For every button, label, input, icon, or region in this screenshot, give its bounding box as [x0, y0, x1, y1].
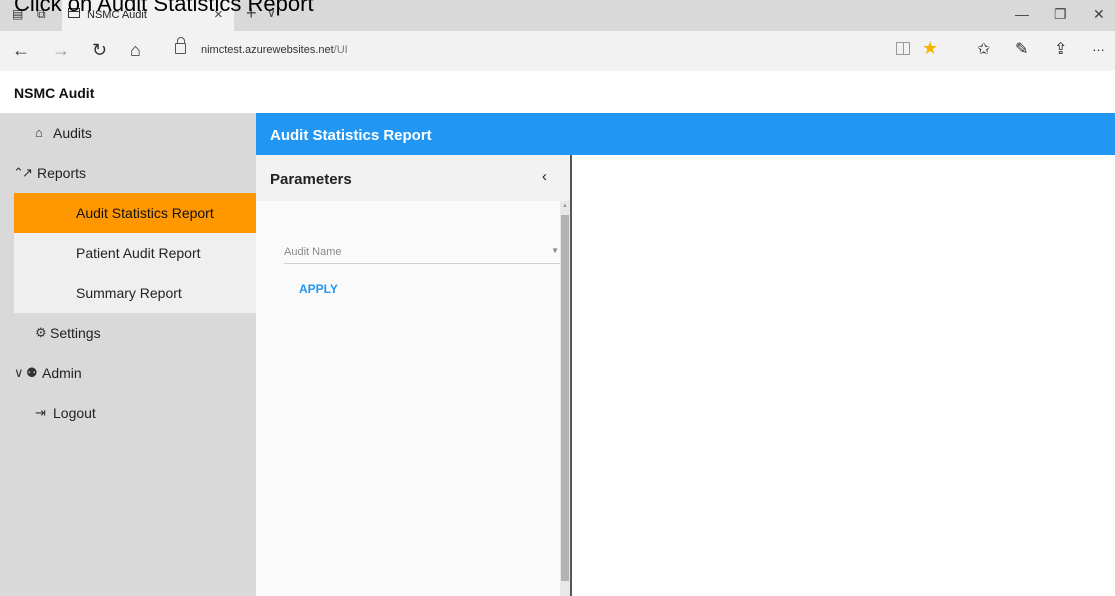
url-field[interactable]: nimctest.azurewebsites.net/UI	[201, 44, 348, 56]
sidebar-item-settings[interactable]: ⚙ Settings	[0, 313, 256, 353]
sidebar-item-reports[interactable]: ⌃ ↗ Reports	[0, 153, 256, 193]
sidebar-item-audits[interactable]: ⌂ Audits	[0, 113, 256, 153]
collapse-chevron-icon[interactable]: ‹	[542, 168, 547, 185]
pen-icon[interactable]: ✎	[1015, 39, 1028, 59]
sidebar-item-label: Settings	[50, 325, 101, 341]
admin-icon: ⚉	[26, 365, 38, 380]
forward-icon[interactable]: →	[52, 40, 70, 61]
favorite-star-icon[interactable]: ★	[922, 38, 938, 59]
audit-name-placeholder: Audit Name	[284, 246, 342, 258]
app-header: NSMC Audit	[0, 71, 1115, 113]
parameters-title: Parameters	[270, 171, 352, 188]
sidebar-item-label: Admin	[42, 365, 82, 381]
scroll-up-icon[interactable]: ▲	[562, 203, 568, 209]
sidebar-item-admin[interactable]: ∨ ⚉ Admin	[0, 353, 256, 393]
lock-icon	[175, 37, 186, 54]
page-title: Audit Statistics Report	[270, 127, 432, 144]
app-title: NSMC Audit	[14, 85, 95, 101]
restore-icon[interactable]: ❐	[1054, 6, 1067, 23]
report-area	[572, 155, 1115, 596]
sidebar-item-summary-report[interactable]: Summary Report	[14, 273, 256, 313]
gears-icon: ⚙	[35, 325, 47, 340]
parameters-header: Parameters ‹	[256, 155, 570, 201]
minimize-icon[interactable]: —	[1015, 6, 1029, 22]
share-icon[interactable]: ⇪	[1054, 39, 1067, 59]
refresh-icon[interactable]: ↻	[92, 40, 107, 61]
dropdown-arrow-icon: ▼	[551, 246, 559, 255]
back-icon[interactable]: ←	[12, 40, 30, 61]
close-window-icon[interactable]: ✕	[1093, 6, 1105, 23]
screen: Click on Audit Statistics Report ▤ ⧉ NSM…	[0, 0, 1115, 596]
sidebar-item-patient-audit-report[interactable]: Patient Audit Report	[14, 233, 256, 273]
sidebar-item-label: Patient Audit Report	[76, 245, 201, 261]
browser-address-bar: ← → ↻ ⌂ nimctest.azurewebsites.net/UI ★ …	[0, 31, 1115, 71]
url-path: /UI	[333, 44, 348, 56]
url-host: nimctest.azurewebsites.net	[201, 44, 334, 56]
scroll-thumb[interactable]	[561, 215, 569, 581]
sidebar-item-label: Summary Report	[76, 285, 182, 301]
home-nav-icon[interactable]: ⌂	[130, 40, 141, 61]
chevron-down-icon: ∨	[14, 365, 24, 380]
logout-icon: ⇥	[35, 405, 46, 420]
parameters-scrollbar[interactable]: ▲	[560, 201, 570, 596]
favorites-hub-icon[interactable]: ✩	[977, 39, 990, 59]
sidebar-item-label: Audits	[53, 125, 92, 141]
chart-line-icon: ↗	[22, 165, 33, 180]
sidebar-item-logout[interactable]: ⇥ Logout	[0, 393, 256, 433]
instruction-text: Click on Audit Statistics Report	[14, 0, 314, 16]
sidebar-item-label: Logout	[53, 405, 96, 421]
more-icon[interactable]: …	[1092, 39, 1105, 54]
content-header: Audit Statistics Report	[256, 113, 1115, 155]
sidebar: ⌂ Audits ⌃ ↗ Reports Audit Statistics Re…	[0, 113, 256, 596]
home-icon: ⌂	[35, 125, 43, 140]
sidebar-item-audit-statistics-report[interactable]: Audit Statistics Report	[14, 193, 256, 233]
audit-name-select[interactable]: Audit Name ▼	[284, 242, 561, 264]
reading-view-icon[interactable]	[896, 42, 910, 55]
parameters-panel: Parameters ‹ Audit Name ▼ APPLY ▲	[256, 155, 572, 596]
apply-button[interactable]: APPLY	[299, 282, 338, 296]
sidebar-item-label: Audit Statistics Report	[76, 205, 214, 221]
sidebar-item-label: Reports	[37, 165, 87, 181]
